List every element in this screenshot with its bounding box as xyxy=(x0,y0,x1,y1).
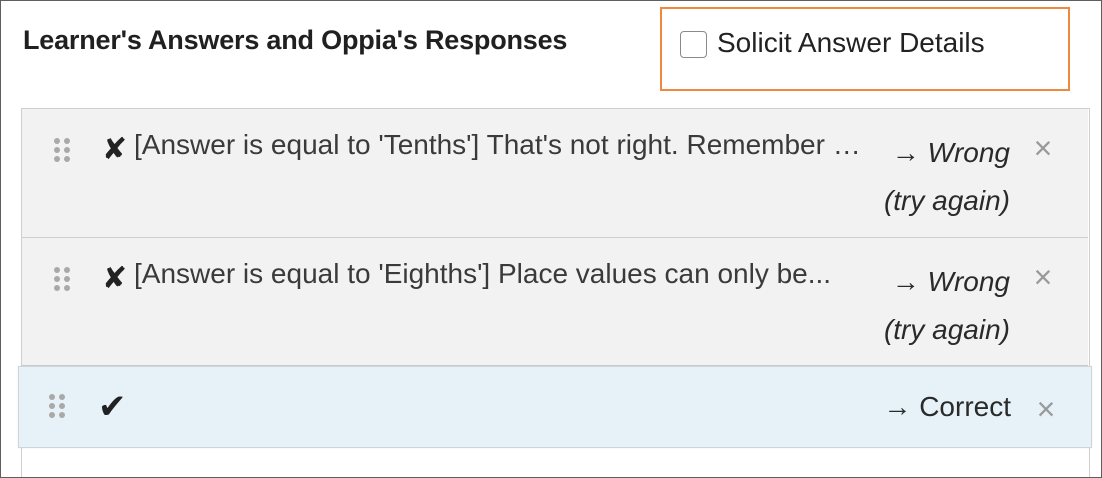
solicit-answer-details-label: Solicit Answer Details xyxy=(717,27,985,58)
answer-groups-list: ✘ [Answer is equal to 'Tenths'] That's n… xyxy=(18,108,1092,477)
arrow-icon: → xyxy=(891,137,920,168)
solicit-answer-details-checkbox[interactable] xyxy=(680,30,707,58)
arrow-icon: → xyxy=(883,391,912,422)
delete-answer-group-button[interactable]: × xyxy=(1028,132,1058,164)
answer-group-row-active[interactable]: ✔ → Correct × xyxy=(18,366,1092,448)
answer-group-summary[interactable]: [Answer is equal to 'Eighths'] Place val… xyxy=(134,258,862,290)
cross-mark-icon: ✘ xyxy=(102,262,128,295)
solicit-answer-details-highlight: Solicit Answer Details xyxy=(660,7,1070,91)
answer-group-outcome: → Wrong (try again) xyxy=(884,129,1010,225)
outcome-destination: Correct xyxy=(919,391,1011,422)
section-title: Learner's Answers and Oppia's Responses xyxy=(23,25,568,55)
cross-mark-icon: ✘ xyxy=(102,133,128,166)
drag-handle-icon[interactable] xyxy=(54,138,72,162)
outcome-destination-detail: (try again) xyxy=(883,314,1010,345)
answer-group-summary[interactable]: [Answer is equal to 'Tenths'] That's not… xyxy=(134,129,862,161)
arrow-icon: → xyxy=(891,266,920,297)
check-mark-icon: ✔ xyxy=(98,388,127,426)
drag-handle-icon[interactable] xyxy=(54,267,72,291)
answer-group-row[interactable]: ✘ [Answer is equal to 'Eighths'] Place v… xyxy=(22,238,1088,366)
outcome-destination-detail: (try again) xyxy=(883,185,1010,216)
responses-panel: Learner's Answers and Oppia's Responses … xyxy=(0,0,1102,478)
solicit-answer-details-toggle[interactable]: Solicit Answer Details xyxy=(680,27,985,59)
delete-answer-group-button[interactable]: × xyxy=(1031,393,1061,425)
outcome-destination: Wrong xyxy=(927,266,1010,297)
drag-handle-icon[interactable] xyxy=(49,394,67,418)
answer-group-row[interactable]: ✘ [Answer is equal to 'Tenths'] That's n… xyxy=(22,109,1088,238)
delete-answer-group-button[interactable]: × xyxy=(1028,261,1058,293)
answer-group-outcome: → Correct xyxy=(883,383,1011,431)
outcome-destination: Wrong xyxy=(927,137,1010,168)
answer-group-outcome: → Wrong (try again) xyxy=(884,258,1010,354)
